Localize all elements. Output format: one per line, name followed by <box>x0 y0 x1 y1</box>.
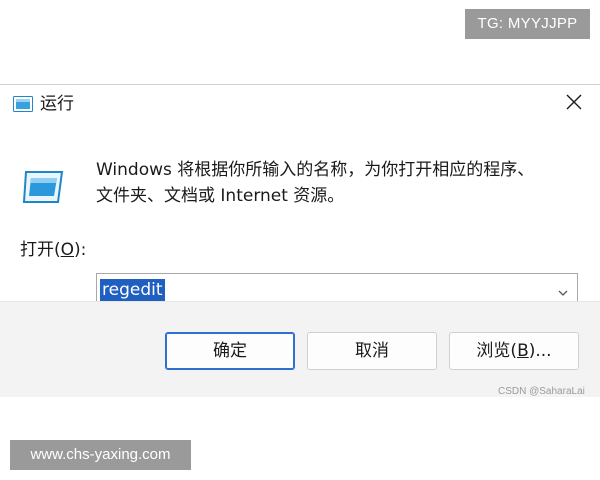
description: Windows 将根据你所输入的名称，为你打开相应的程序、 文件夹、文档或 In… <box>96 157 534 209</box>
open-label-accel: O <box>60 240 75 260</box>
run-program-icon <box>22 168 66 206</box>
open-label: 打开(O): <box>20 237 86 263</box>
browse-label-suffix: )... <box>528 341 552 361</box>
browse-label-prefix: 浏览( <box>476 341 518 361</box>
dialog-title: 运行 <box>40 94 74 114</box>
ok-button[interactable]: 确定 <box>165 332 295 370</box>
chevron-down-icon[interactable] <box>557 284 569 296</box>
watermark-bottom: www.chs-yaxing.com <box>10 440 191 470</box>
description-line-2: 文件夹、文档或 Internet 资源。 <box>96 186 345 206</box>
open-label-prefix: 打开( <box>20 240 61 260</box>
run-dialog: 运行 Windows 将根据你所输入的名称，为你打开相应的程序、 文件夹、文档或… <box>0 84 600 397</box>
description-line-1: Windows 将根据你所输入的名称，为你打开相应的程序、 <box>96 160 535 180</box>
cancel-button[interactable]: 取消 <box>307 332 437 370</box>
watermark-top: TG: MYYJJPP <box>465 9 590 39</box>
close-button[interactable] <box>560 90 588 118</box>
close-icon <box>566 94 582 114</box>
csdn-watermark: CSDN @SaharaLai <box>498 386 585 397</box>
open-label-suffix: ): <box>74 240 87 260</box>
dialog-footer: 确定 取消 浏览(B)... CSDN @SaharaLai <box>0 301 600 397</box>
browse-button[interactable]: 浏览(B)... <box>449 332 579 370</box>
dialog-body: Windows 将根据你所输入的名称，为你打开相应的程序、 文件夹、文档或 In… <box>0 125 600 307</box>
browse-label-accel: B <box>517 341 529 361</box>
open-input-value[interactable]: regedit <box>100 279 165 301</box>
run-icon <box>13 96 33 112</box>
title-bar[interactable]: 运行 <box>0 85 600 125</box>
